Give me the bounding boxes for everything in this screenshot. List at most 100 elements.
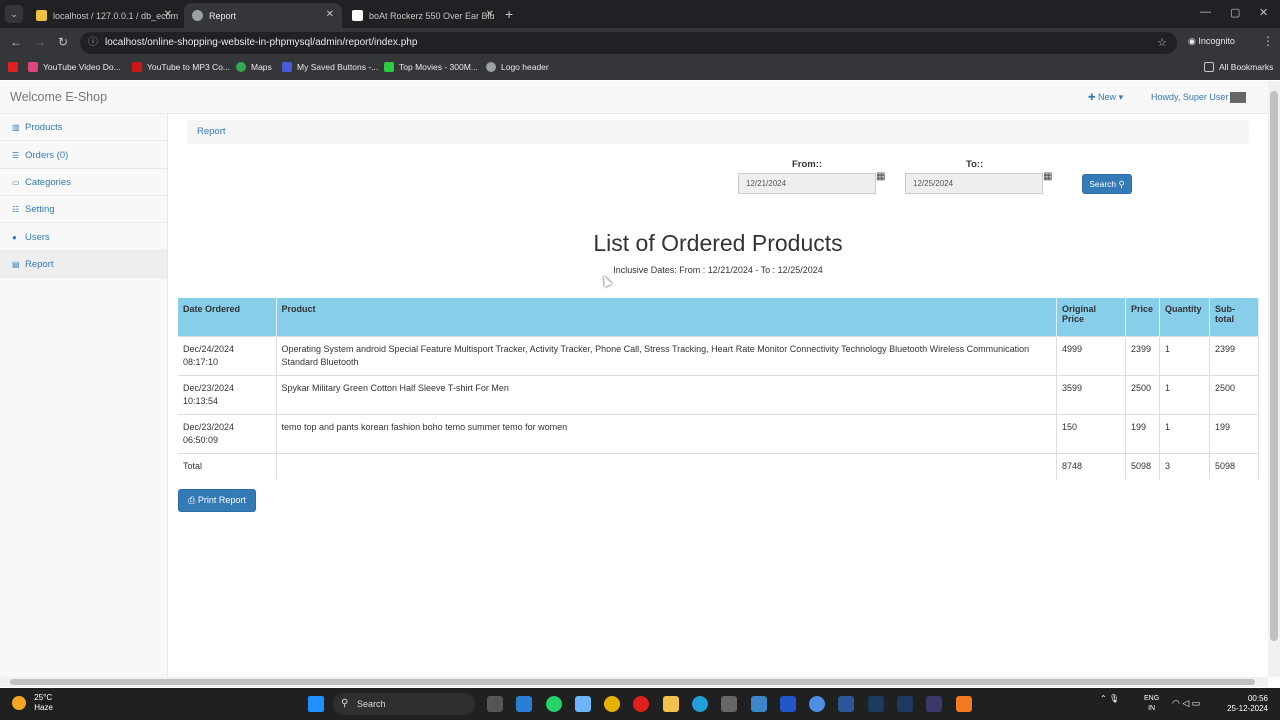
file-explorer-icon[interactable] bbox=[663, 696, 679, 712]
app-icon[interactable] bbox=[926, 696, 942, 712]
scrollbar-thumb[interactable] bbox=[1270, 91, 1278, 641]
sidebar-item-setting[interactable]: ☷ Setting bbox=[0, 196, 167, 223]
terminal-icon[interactable] bbox=[897, 696, 913, 712]
back-arrow-icon[interactable]: ← bbox=[10, 35, 22, 49]
bookmark-youtube-video-downloader[interactable]: YouTube Video Do... bbox=[28, 62, 121, 72]
close-tab-icon[interactable]: ✕ bbox=[486, 9, 494, 20]
incognito-indicator[interactable]: ◉ Incognito bbox=[1188, 36, 1235, 47]
whatsapp-icon[interactable] bbox=[546, 696, 562, 712]
copilot-icon[interactable] bbox=[575, 696, 591, 712]
sidebar-item-report[interactable]: ▤ Report bbox=[0, 251, 167, 278]
folder-icon bbox=[1204, 62, 1214, 72]
close-tab-icon[interactable]: ✕ bbox=[326, 9, 334, 20]
new-label: New bbox=[1098, 92, 1117, 102]
windows-start-icon[interactable] bbox=[308, 696, 324, 712]
store-icon[interactable] bbox=[721, 696, 737, 712]
browser-tab-phpmyadmin[interactable]: localhost / 127.0.0.1 / db_ecom ✕ bbox=[28, 3, 180, 28]
edge-icon[interactable] bbox=[692, 696, 708, 712]
taskbar-search[interactable]: ⚲ Search bbox=[333, 693, 475, 715]
breadcrumb-report-link[interactable]: Report bbox=[197, 126, 226, 137]
to-date-input[interactable]: 12/25/2024 bbox=[905, 173, 1043, 194]
brand-link[interactable]: Welcome E-Shop bbox=[10, 90, 107, 104]
bookmark-my-saved-buttons[interactable]: My Saved Buttons -... bbox=[282, 62, 378, 72]
sidebar-item-users[interactable]: ● Users bbox=[0, 224, 167, 251]
browser-menu-icon[interactable]: ⋮ bbox=[1262, 34, 1274, 48]
site-info-icon[interactable]: ⓘ bbox=[88, 32, 98, 54]
mouse-cursor-icon bbox=[600, 273, 612, 288]
language-indicator[interactable]: ENG IN bbox=[1144, 694, 1159, 714]
report-subtitle: Inclusive Dates: From : 12/21/2024 - To … bbox=[613, 265, 823, 275]
cell-price: 2399 bbox=[1125, 335, 1160, 375]
tab-search-button[interactable]: ⌄ bbox=[5, 5, 23, 23]
browser-tab-bar: ⌄ localhost / 127.0.0.1 / db_ecom ✕ Repo… bbox=[0, 0, 1280, 28]
vscode-icon[interactable] bbox=[516, 696, 532, 712]
user-icon: ● bbox=[12, 233, 17, 242]
bookmark-youtube-to-mp3[interactable]: YouTube to MP3 Co... bbox=[132, 62, 230, 72]
to-calendar-icon[interactable]: ▦ bbox=[1043, 171, 1052, 182]
time-text: 06:50:09 bbox=[183, 434, 219, 445]
taskbar-search-label: Search bbox=[357, 699, 386, 709]
sidebar-item-categories[interactable]: ▭ Categories bbox=[0, 169, 167, 196]
new-dropdown[interactable]: ✚ New ▾ bbox=[1088, 92, 1123, 103]
xampp-icon[interactable] bbox=[956, 696, 972, 712]
browser-tab-boat[interactable]: boAt Rockerz 550 Over Ear Blu ✕ bbox=[344, 3, 502, 28]
from-calendar-icon[interactable]: ▦ bbox=[876, 171, 885, 182]
youtube-bookmark[interactable] bbox=[8, 62, 23, 72]
forward-arrow-icon[interactable]: → bbox=[34, 35, 46, 49]
maximize-window-icon[interactable]: ▢ bbox=[1230, 6, 1240, 19]
scrollbar-thumb[interactable] bbox=[10, 679, 1255, 685]
sidebar-item-orders[interactable]: ☰ Orders (0) bbox=[0, 142, 167, 169]
vertical-scrollbar[interactable] bbox=[1268, 81, 1280, 677]
app-icon[interactable] bbox=[809, 696, 825, 712]
browser-tab-report[interactable]: Report ✕ bbox=[184, 3, 342, 28]
print-icon: ⎙ bbox=[188, 495, 198, 505]
search-button[interactable]: Search ⚲ bbox=[1082, 174, 1132, 194]
new-tab-plus-icon[interactable]: + bbox=[505, 6, 513, 22]
address-bar[interactable]: ⓘ localhost/online-shopping-website-in-p… bbox=[80, 32, 1177, 54]
cell-product: Operating System android Special Feature… bbox=[276, 335, 1057, 375]
column-header-date: Date Ordered bbox=[178, 298, 277, 336]
chrome-icon[interactable] bbox=[604, 696, 620, 712]
network-volume-battery-icons[interactable]: ◠ ◁ ▭ bbox=[1172, 698, 1200, 709]
chevron-up-icon[interactable]: ⌃ bbox=[1100, 694, 1107, 703]
list-icon: ▥ bbox=[12, 123, 20, 132]
tab-title: boAt Rockerz 550 Over Ear Blu bbox=[369, 10, 495, 21]
weather-widget[interactable]: 25°C Haze bbox=[12, 693, 53, 713]
system-tray[interactable]: ⌃ 🎙 bbox=[1100, 694, 1119, 703]
cell-original-price: 3599 bbox=[1056, 374, 1126, 414]
app-icon[interactable] bbox=[751, 696, 767, 712]
reload-icon[interactable]: ↻ bbox=[58, 35, 68, 49]
tab-title: Report bbox=[209, 10, 237, 21]
minimize-window-icon[interactable]: — bbox=[1200, 6, 1211, 18]
file-icon: ▤ bbox=[12, 260, 20, 269]
close-tab-icon[interactable]: ✕ bbox=[164, 9, 172, 20]
horizontal-scrollbar[interactable] bbox=[0, 677, 1268, 687]
bookmark-icon bbox=[384, 62, 394, 72]
clock[interactable]: 00:56 25-12-2024 bbox=[1222, 694, 1268, 714]
tab-title: localhost / 127.0.0.1 / db_ecom bbox=[53, 10, 179, 21]
cell-date: Dec/24/2024 08:17:10 bbox=[178, 335, 277, 375]
bookmark-logo-header[interactable]: Logo header bbox=[486, 62, 549, 72]
bookmark-icon bbox=[132, 62, 142, 72]
bookmark-top-movies[interactable]: Top Movies - 300M... bbox=[384, 62, 478, 72]
opera-icon[interactable] bbox=[633, 696, 649, 712]
close-window-icon[interactable]: ✕ bbox=[1259, 6, 1268, 19]
cell-original-price: 150 bbox=[1056, 413, 1126, 453]
date-text: Dec/23/2024 bbox=[183, 382, 235, 393]
bookmark-label: Top Movies - 300M... bbox=[399, 62, 478, 72]
app-icon[interactable] bbox=[780, 696, 796, 712]
print-report-button[interactable]: ⎙ Print Report bbox=[178, 489, 256, 512]
haze-weather-icon bbox=[12, 696, 26, 710]
cell-subtotal: 2500 bbox=[1209, 374, 1259, 414]
from-date-input[interactable]: 12/21/2024 bbox=[738, 173, 876, 194]
all-bookmarks[interactable]: All Bookmarks bbox=[1204, 62, 1273, 72]
sidebar-item-products[interactable]: ▥ Products bbox=[0, 114, 167, 141]
bookmark-maps[interactable]: Maps bbox=[236, 62, 272, 72]
terminal-icon[interactable] bbox=[868, 696, 884, 712]
task-view-icon[interactable] bbox=[487, 696, 503, 712]
cell-quantity: 1 bbox=[1159, 374, 1210, 414]
user-menu[interactable]: Howdy, Super User bbox=[1151, 92, 1247, 104]
microphone-icon[interactable]: 🎙 bbox=[1109, 694, 1119, 703]
word-icon[interactable] bbox=[838, 696, 854, 712]
bookmark-star-icon[interactable]: ☆ bbox=[1157, 32, 1167, 54]
